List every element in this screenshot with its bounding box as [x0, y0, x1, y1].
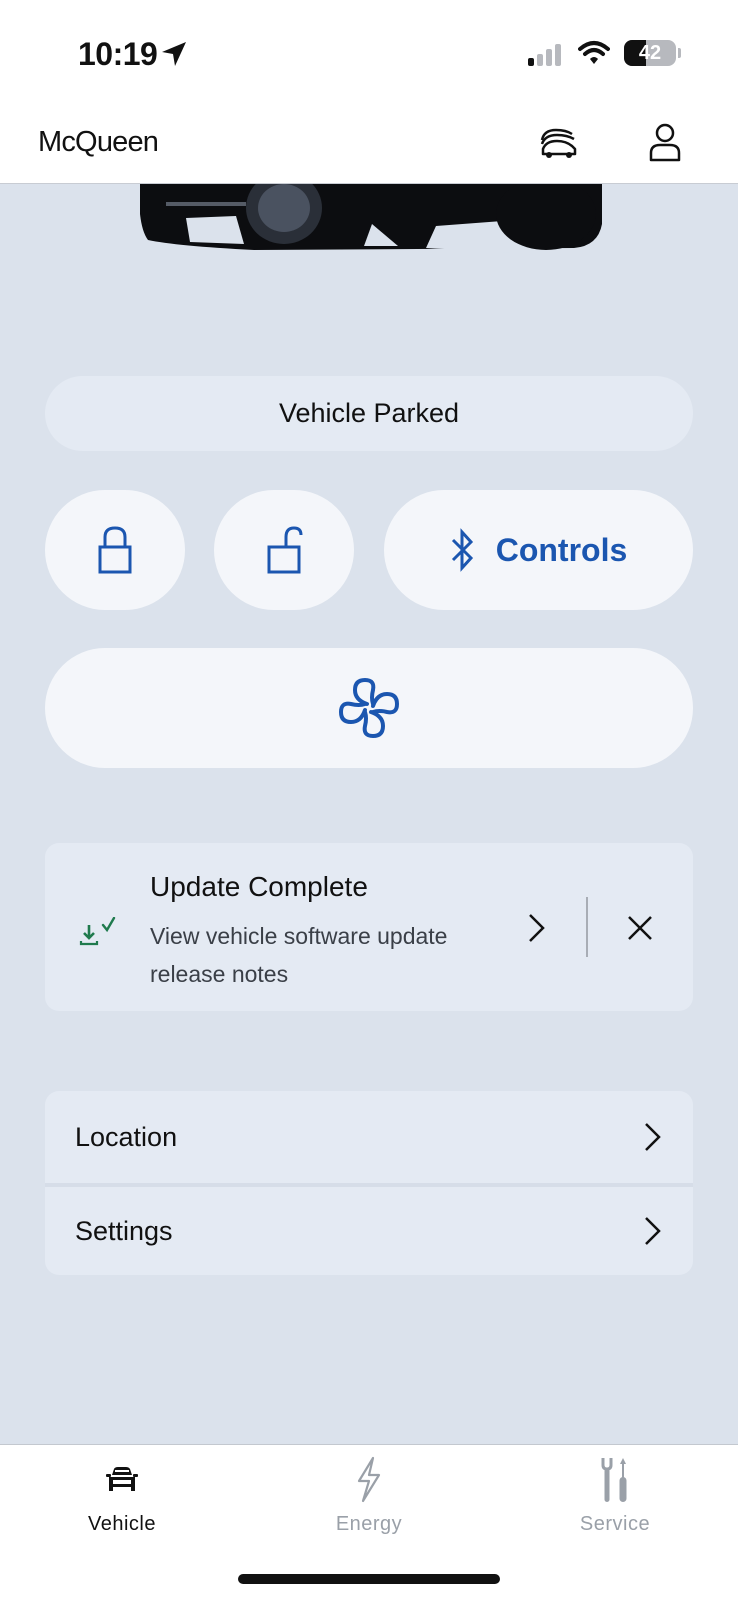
tools-icon — [601, 1458, 627, 1502]
unlock-button[interactable] — [214, 490, 354, 610]
close-icon[interactable] — [627, 915, 653, 941]
update-title: Update Complete — [150, 871, 368, 902]
update-subtitle: View vehicle software update release not… — [150, 923, 448, 987]
chevron-right-icon[interactable] — [527, 913, 547, 943]
wifi-icon — [578, 41, 610, 64]
vehicle-status-text: Vehicle Parked — [278, 398, 460, 428]
car-icon — [106, 1467, 138, 1491]
vehicles-switch-icon[interactable] — [538, 122, 580, 162]
vehicle-name: McQueen — [38, 126, 159, 158]
status-time: 10:19 — [78, 36, 158, 72]
download-check-icon — [79, 917, 116, 946]
tab-label: Energy — [335, 1513, 403, 1535]
battery-indicator: 42 — [624, 40, 676, 66]
cellular-signal-icon — [528, 44, 561, 66]
tab-label: Service — [579, 1513, 651, 1535]
battery-tip — [678, 48, 681, 58]
list-item-label: Location — [75, 1121, 178, 1152]
lightning-icon — [357, 1456, 381, 1503]
chevron-right-icon — [645, 1217, 661, 1245]
fan-icon — [338, 677, 400, 739]
location-arrow-icon — [162, 42, 186, 66]
controls-button[interactable]: Controls — [384, 490, 693, 610]
list-item-location[interactable]: Location — [45, 1091, 693, 1183]
climate-button[interactable] — [45, 648, 693, 768]
account-icon[interactable] — [648, 122, 682, 164]
app-header: McQueen — [0, 106, 738, 184]
home-indicator[interactable] — [238, 1574, 500, 1584]
controls-label: Controls — [495, 531, 628, 568]
battery-percent: 42 — [638, 42, 662, 64]
unlock-icon — [267, 526, 303, 574]
vehicle-status-pill: Vehicle Parked — [45, 376, 693, 451]
tab-label: Vehicle — [88, 1513, 156, 1535]
tab-vehicle[interactable]: Vehicle — [42, 1455, 202, 1536]
tab-energy[interactable]: Energy — [289, 1455, 449, 1536]
bluetooth-icon — [451, 528, 473, 572]
tab-service[interactable]: Service — [535, 1455, 695, 1536]
list-item-settings[interactable]: Settings — [45, 1185, 693, 1275]
list-item-label: Settings — [75, 1215, 173, 1246]
vehicle-menu-list: Location Settings — [45, 1091, 693, 1275]
chevron-right-icon — [645, 1123, 661, 1151]
vehicle-image — [140, 184, 602, 254]
lock-button[interactable] — [45, 490, 185, 610]
update-complete-card[interactable]: Update Complete View vehicle software up… — [45, 843, 693, 1011]
status-bar: 10:19 42 — [0, 0, 738, 106]
lock-icon — [98, 526, 132, 574]
card-divider — [586, 897, 588, 957]
